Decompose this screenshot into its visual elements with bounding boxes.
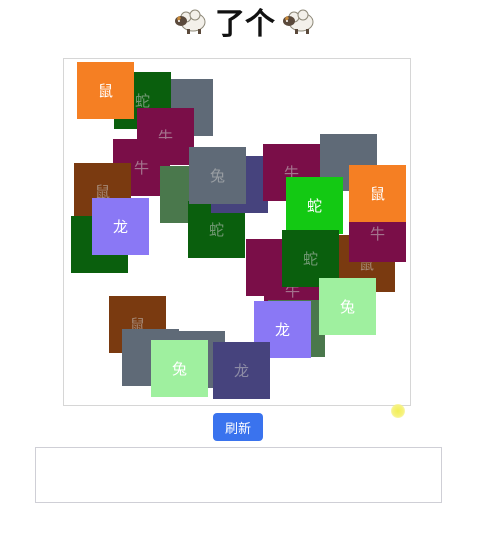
tile[interactable]: 兔 [189,147,246,204]
tile[interactable]: 兔 [319,278,376,335]
game-title: 了个 [0,0,490,42]
game-board: 蛇 鼠 牛 牛 鼠 龙 蛇 兔 牛 蛇 鼠 牛 鼠 牛 蛇 兔 龙 鼠 龙 兔 [63,58,411,406]
tile[interactable]: 鼠 [77,62,134,119]
sheep-icon [175,9,206,34]
cursor-highlight [391,404,405,418]
tile[interactable]: 鼠 [349,165,406,222]
sheep-icon [283,9,314,34]
tile[interactable]: 蛇 [286,177,343,234]
tile-slot-tray [35,447,442,503]
tile[interactable]: 兔 [151,340,208,397]
title-text: 了个 [215,7,275,42]
tile[interactable]: 龙 [213,342,270,399]
tile[interactable]: 龙 [92,198,149,255]
refresh-button[interactable]: 刷新 [213,413,263,441]
